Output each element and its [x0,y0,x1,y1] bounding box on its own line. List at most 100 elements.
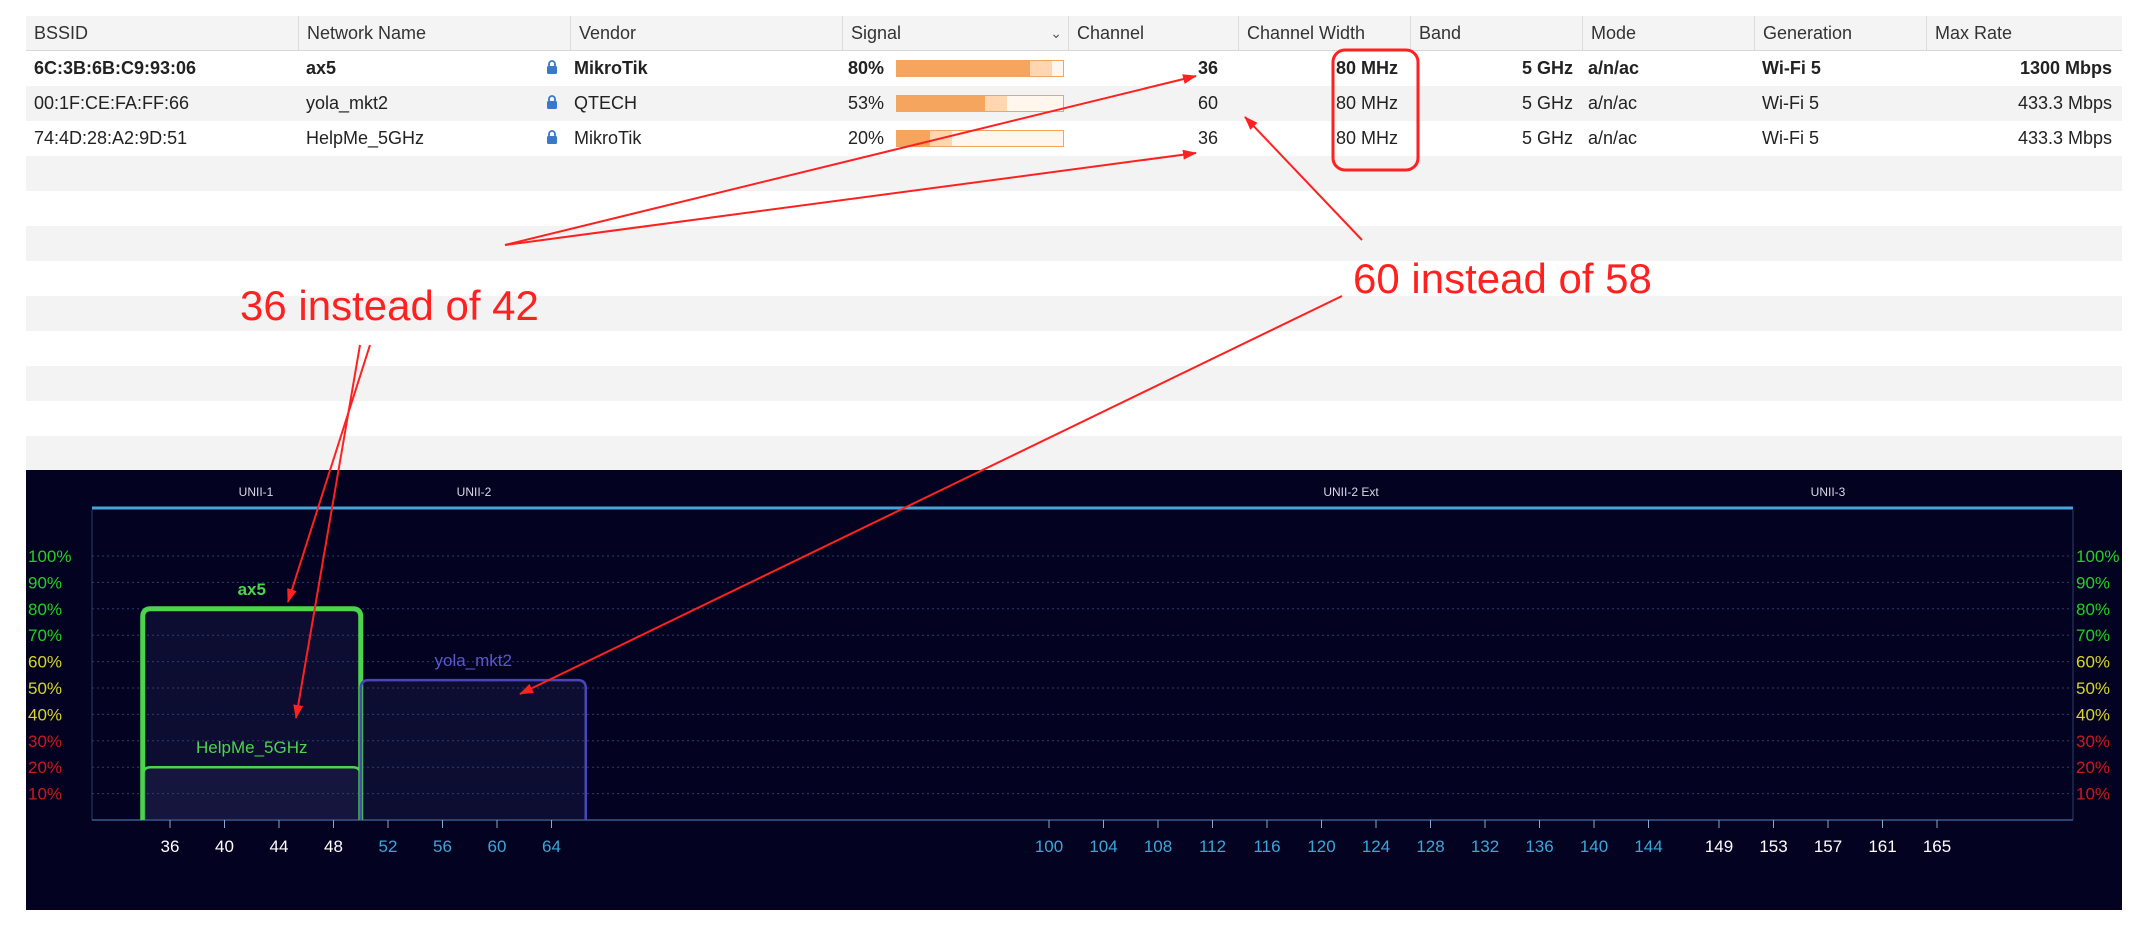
channel-label: 153 [1759,837,1787,856]
generation-cell: Wi-Fi 5 [1762,93,1819,113]
column-header-label: Signal [851,23,902,43]
signal-bar-fill [897,96,985,111]
percent-label-left: 80% [28,600,62,619]
signal-bar-peak [984,96,1007,111]
percent-label-left: 60% [28,653,62,672]
bssid-cell: 00:1F:CE:FA:FF:66 [34,93,190,113]
channel-label: 112 [1199,837,1226,856]
column-header-network-name[interactable]: Network Name [298,16,570,50]
column-header-channel[interactable]: Channel [1068,16,1238,50]
column-header-label: Max Rate [1935,23,2013,43]
table-row[interactable]: 74:4D:28:A2:9D:51 HelpMe_5GHz MikroTik 2… [26,121,2122,156]
vendor-cell: MikroTik [574,58,648,78]
network-name-cell: yola_mkt2 [306,93,389,113]
band-cell: 5 GHz [1521,128,1573,148]
percent-label-right: 30% [2076,732,2110,751]
column-header-bssid[interactable]: BSSID [26,16,298,50]
channel-label: 149 [1705,837,1733,856]
channel-label: 116 [1253,837,1280,856]
percent-label-right: 20% [2076,758,2110,777]
percent-label-left: 10% [28,785,62,804]
percent-label-left: 30% [28,732,62,751]
percent-label-right: 90% [2076,573,2110,592]
channel-label: 124 [1362,837,1390,856]
table-row[interactable]: 6C:3B:6B:C9:93:06 ax5 MikroTik 80% 36 80… [26,51,2122,86]
channel-label: 44 [270,837,289,856]
percent-label-left: 70% [28,626,62,645]
signal-bar [896,95,1064,112]
empty-row [26,366,2122,401]
network-name-cell: ax5 [306,58,337,78]
network-table: BSSID Network Name Vendor Signal ⌄ Channe… [26,16,2122,471]
percent-label-right: 80% [2076,600,2110,619]
percent-label-right: 100% [2076,547,2119,566]
percent-label-right: 60% [2076,653,2110,672]
channel-label: 165 [1923,837,1951,856]
table-row[interactable]: 00:1F:CE:FA:FF:66 yola_mkt2 QTECH 53% 60… [26,86,2122,121]
network-label: ax5 [238,580,266,599]
empty-row [26,191,2122,226]
percent-label-left: 20% [28,758,62,777]
signal-percent-cell: 80% [848,58,885,78]
mode-cell: a/n/ac [1588,128,1638,148]
percent-label-right: 70% [2076,626,2110,645]
wifi-scanner-window: BSSID Network Name Vendor Signal ⌄ Channe… [0,0,2146,938]
column-header-band[interactable]: Band [1410,16,1582,50]
network-name-cell: HelpMe_5GHz [306,128,425,148]
empty-row [26,156,2122,191]
column-header-label: Band [1419,23,1462,43]
channel-width-cell: 80 MHz [1335,128,1398,148]
lock-icon [547,130,557,144]
chevron-down-icon[interactable]: ⌄ [1050,16,1062,50]
column-header-label: Vendor [579,23,637,43]
column-header-label: BSSID [34,23,89,43]
channel-label: 104 [1089,837,1117,856]
empty-row [26,261,2122,296]
percent-label-left: 50% [28,679,62,698]
channel-label: 56 [433,837,452,856]
max-rate-cell: 433.3 Mbps [2017,128,2112,148]
signal-percent-cell: 20% [848,128,885,148]
column-header-label: Mode [1591,23,1637,43]
column-header-signal[interactable]: Signal ⌄ [842,16,1068,50]
signal-bar [896,60,1064,77]
band-cell: 5 GHz [1521,93,1573,113]
table-header: BSSID Network Name Vendor Signal ⌄ Channe… [26,16,2122,51]
column-header-vendor[interactable]: Vendor [570,16,842,50]
channel-label: 128 [1416,837,1444,856]
empty-row [26,331,2122,366]
column-header-mode[interactable]: Mode [1582,16,1754,50]
channel-label: 132 [1471,837,1499,856]
mode-cell: a/n/ac [1588,58,1640,78]
column-header-generation[interactable]: Generation [1754,16,1926,50]
max-rate-cell: 433.3 Mbps [2017,93,2112,113]
signal-bar-fill [897,61,1030,76]
channel-label: 140 [1580,837,1608,856]
column-header-label: Channel [1077,23,1145,43]
signal-bar-peak [1029,61,1052,76]
percent-label-left: 100% [28,547,71,566]
channel-label: 48 [324,837,343,856]
channel-width-cell: 80 MHz [1335,58,1398,78]
channel-label: 40 [215,837,234,856]
channel-label: 144 [1634,837,1662,856]
band-label: UNII-1 [239,485,274,499]
generation-cell: Wi-Fi 5 [1762,58,1821,78]
channel-label: 60 [488,837,507,856]
channel-label: 64 [542,837,561,856]
channel-width-cell: 80 MHz [1335,93,1398,113]
column-header-max-rate[interactable]: Max Rate [1926,16,2122,50]
max-rate-cell: 1300 Mbps [2019,58,2112,78]
channel-cell: 60 [1197,93,1218,113]
vendor-cell: QTECH [574,93,637,113]
percent-label-left: 40% [28,705,62,724]
signal-bar-peak [930,131,953,146]
spectrum-svg: UNII-1 UNII-2 UNII-2 Ext UNII-3 100% 100% 90% 9… [28,485,2119,856]
column-header-channel-width[interactable]: Channel Width [1238,16,1410,50]
band-label: UNII-2 [457,485,492,499]
channel-label: 36 [161,837,180,856]
channel-label: 120 [1307,837,1335,856]
band-label: UNII-2 Ext [1323,485,1379,499]
channel-label: 157 [1814,837,1842,856]
percent-label-right: 40% [2076,705,2110,724]
